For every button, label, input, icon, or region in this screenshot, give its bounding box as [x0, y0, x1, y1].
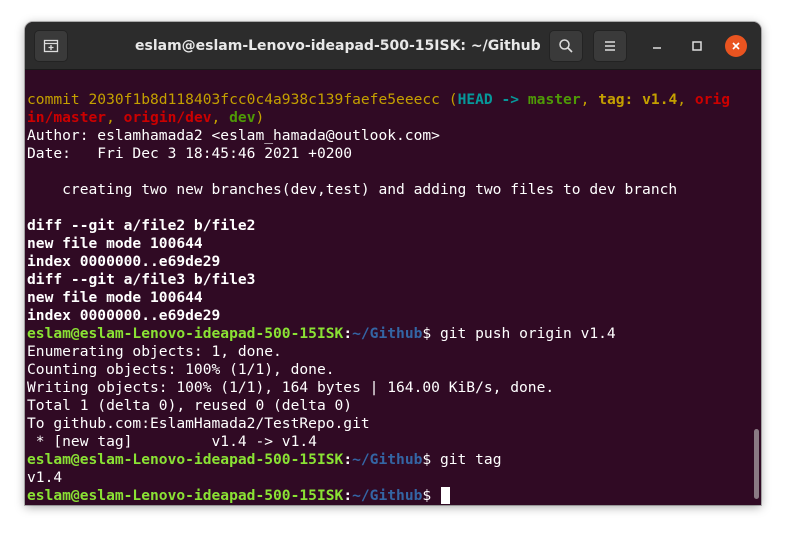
- prompt-path: ~/Github: [352, 325, 423, 342]
- prompt-colon: :: [343, 451, 353, 468]
- prompt-dollar: $: [422, 325, 432, 342]
- menu-button[interactable]: [593, 30, 627, 62]
- output-line: Counting objects: 100% (1/1), done.: [27, 361, 335, 378]
- author-line: Author: eslamhamada2 <eslam_hamada@outlo…: [27, 127, 440, 144]
- output-line: Total 1 (delta 0), reused 0 (delta 0): [27, 397, 353, 414]
- commit-line-wrap: in/master, origin/dev, dev): [27, 109, 730, 127]
- maximize-button[interactable]: [686, 35, 708, 57]
- diff-line: diff --git a/file2 b/file2: [27, 217, 256, 234]
- branch-dev: dev: [229, 109, 256, 126]
- tag-ref: tag: v1.4: [598, 91, 678, 108]
- prompt-colon: :: [343, 487, 353, 504]
- window-title: eslam@eslam-Lenovo-ideapad-500-15ISK: ~/…: [135, 38, 541, 54]
- remote-master-part1: orig: [694, 91, 731, 108]
- active-prompt-line[interactable]: eslam@eslam-Lenovo-ideapad-500-15ISK:~/G…: [27, 487, 730, 505]
- output-line: Writing objects: 100% (1/1), 164 bytes |…: [27, 379, 555, 396]
- terminal-output[interactable]: commit 2030f1b8d118403fcc0c4a938c139faef…: [25, 71, 761, 505]
- close-icon: [732, 42, 740, 50]
- hamburger-menu-icon: [605, 41, 615, 51]
- ref-paren-open: (: [448, 91, 458, 108]
- output-line: * [new tag] v1.4 -> v1.4: [27, 433, 317, 450]
- ref-separator: ,: [106, 109, 115, 126]
- head-ref: HEAD: [457, 91, 493, 108]
- branch-master: master: [527, 91, 581, 108]
- close-button[interactable]: [725, 35, 747, 57]
- output-line: Enumerating objects: 1, done.: [27, 343, 282, 360]
- commit-line: commit 2030f1b8d118403fcc0c4a938c139faef…: [27, 91, 730, 109]
- prompt-path: ~/Github: [352, 451, 423, 468]
- diff-line: index 0000000..e69de29: [27, 253, 221, 270]
- diff-line: diff --git a/file3 b/file3: [27, 271, 256, 288]
- prompt-line: eslam@eslam-Lenovo-ideapad-500-15ISK:~/G…: [27, 451, 730, 469]
- output-line: v1.4: [27, 469, 63, 486]
- diff-line: index 0000000..e69de29: [27, 307, 221, 324]
- diff-line: new file mode 100644: [27, 289, 203, 306]
- output-line: To github.com:EslamHamada2/TestRepo.git: [27, 415, 370, 432]
- prompt-path: ~/Github: [352, 487, 423, 504]
- commit-message-line: creating two new branches(dev,test) and …: [27, 181, 678, 198]
- ref-separator: ,: [211, 109, 221, 126]
- prompt-user-host: eslam@eslam-Lenovo-ideapad-500-15ISK: [27, 487, 344, 504]
- search-button[interactable]: [549, 30, 583, 62]
- terminal-window: eslam@eslam-Lenovo-ideapad-500-15ISK: ~/…: [25, 22, 761, 505]
- head-arrow: ->: [501, 91, 520, 108]
- prompt-line: eslam@eslam-Lenovo-ideapad-500-15ISK:~/G…: [27, 325, 730, 343]
- scrollbar-thumb[interactable]: [754, 429, 759, 499]
- ref-separator: ,: [677, 91, 687, 108]
- command-input[interactable]: [431, 487, 440, 504]
- commit-hash: 2030f1b8d118403fcc0c4a938c139faefe5eeecc: [88, 91, 440, 108]
- commit-keyword: commit: [27, 91, 80, 108]
- title-bar[interactable]: eslam@eslam-Lenovo-ideapad-500-15ISK: ~/…: [25, 22, 761, 70]
- remote-master-part2: in/master: [27, 109, 107, 126]
- prompt-dollar: $: [422, 451, 432, 468]
- prompt-user-host: eslam@eslam-Lenovo-ideapad-500-15ISK: [27, 451, 344, 468]
- diff-line: new file mode 100644: [27, 235, 203, 252]
- maximize-icon: [692, 41, 702, 51]
- search-icon: [559, 39, 573, 53]
- prompt-colon: :: [343, 325, 353, 342]
- ref-separator: ,: [580, 91, 590, 108]
- minimize-button[interactable]: [646, 35, 668, 57]
- remote-dev-ref: origin/dev: [123, 109, 212, 126]
- command-text: git push origin v1.4: [431, 325, 616, 342]
- minimize-icon: [653, 47, 661, 49]
- prompt-user-host: eslam@eslam-Lenovo-ideapad-500-15ISK: [27, 325, 344, 342]
- ref-paren-close: ): [255, 109, 265, 126]
- new-tab-icon: [43, 39, 59, 53]
- command-text: git tag: [431, 451, 502, 468]
- prompt-dollar: $: [422, 487, 432, 504]
- new-tab-button[interactable]: [34, 30, 68, 62]
- text-cursor: [441, 487, 450, 504]
- date-line: Date: Fri Dec 3 18:45:46 2021 +0200: [27, 145, 353, 162]
